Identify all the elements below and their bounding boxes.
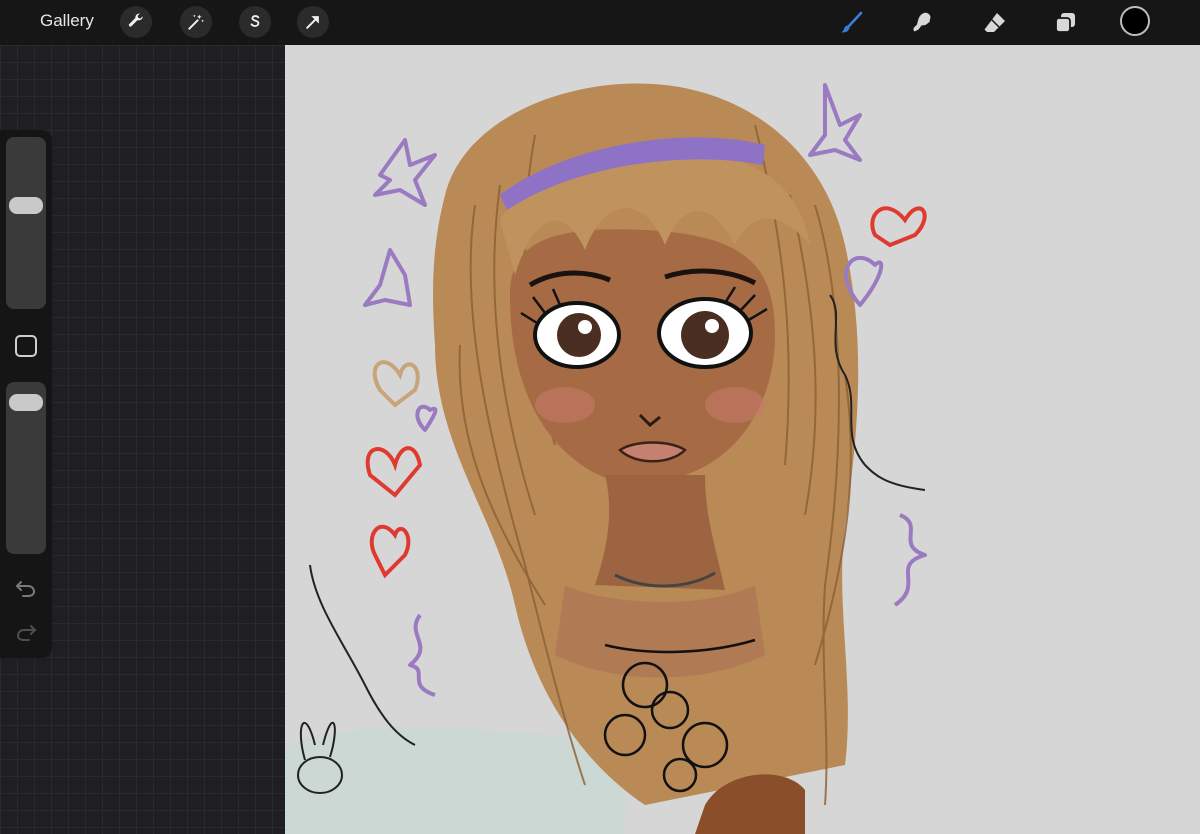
opacity-slider[interactable] xyxy=(6,382,46,554)
selection-s-icon xyxy=(250,15,260,27)
selection-button[interactable] xyxy=(239,6,271,38)
brush-tool-button[interactable] xyxy=(836,8,866,38)
redo-icon xyxy=(16,625,37,641)
smudge-tool-button[interactable] xyxy=(908,8,938,38)
color-picker-button[interactable] xyxy=(1120,6,1150,36)
undo-button[interactable] xyxy=(14,578,38,598)
smudge-icon xyxy=(913,12,931,32)
drawing-canvas[interactable] xyxy=(285,45,1200,834)
actions-button[interactable] xyxy=(120,6,152,38)
modify-button[interactable] xyxy=(15,335,37,357)
layers-icon xyxy=(1055,13,1075,33)
brush-size-thumb[interactable] xyxy=(9,196,43,214)
top-toolbar: Gallery xyxy=(0,0,1200,45)
brush-icon xyxy=(841,11,863,33)
opacity-thumb[interactable] xyxy=(9,393,43,411)
transform-arrow-icon xyxy=(306,16,319,29)
eraser-tool-button[interactable] xyxy=(980,8,1010,38)
magic-wand-icon xyxy=(188,14,205,30)
gallery-button[interactable]: Gallery xyxy=(40,11,94,31)
left-sidebar xyxy=(0,130,52,658)
portrait-artwork xyxy=(285,83,927,834)
layers-button[interactable] xyxy=(1050,8,1080,38)
adjustments-button[interactable] xyxy=(180,6,212,38)
wrench-icon xyxy=(128,13,143,27)
eraser-icon xyxy=(984,13,1005,32)
transform-button[interactable] xyxy=(297,6,329,38)
undo-icon xyxy=(15,581,36,597)
redo-button[interactable] xyxy=(14,622,38,642)
brush-size-slider[interactable] xyxy=(6,137,46,309)
